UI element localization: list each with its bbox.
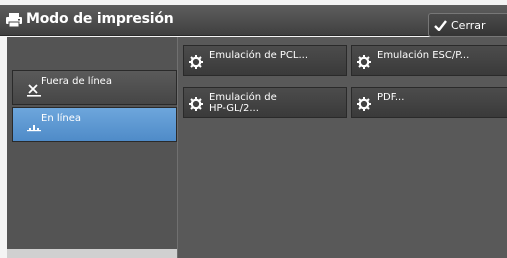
escp-emulation-button[interactable]: Emulación ESC/P... (351, 45, 507, 76)
hpgl2-emulation-label: Emulación de HP-GL/2... (209, 92, 277, 114)
offline-button[interactable]: Fuera de línea (12, 70, 177, 105)
offline-icon (27, 84, 41, 97)
close-button[interactable]: Cerrar (428, 13, 507, 37)
pcl-emulation-button[interactable]: Emulación de PCL... (183, 45, 347, 76)
mode-panel: Fuera de línea En línea (7, 37, 178, 258)
online-label: En línea (41, 113, 82, 124)
pdf-label: PDF... (377, 92, 405, 103)
panel-footer (7, 249, 177, 258)
gear-icon (357, 97, 371, 111)
gear-icon (189, 97, 203, 111)
hpgl2-label-line1: Emulación de (209, 92, 277, 103)
gear-icon (357, 55, 371, 69)
pcl-emulation-label: Emulación de PCL... (209, 50, 309, 61)
pdf-button[interactable]: PDF... (351, 87, 507, 118)
checkmark-icon (434, 20, 447, 31)
escp-emulation-label: Emulación ESC/P... (377, 50, 470, 61)
gear-icon (189, 55, 203, 69)
print-mode-screen: Modo de impresión Cerrar Fuera de línea (0, 0, 507, 258)
offline-label: Fuera de línea (41, 76, 112, 87)
title-bar: Modo de impresión Cerrar (0, 5, 507, 37)
content-area: Fuera de línea En línea Emulación de PCL… (7, 37, 507, 258)
online-icon (27, 125, 41, 132)
printer-icon (6, 13, 22, 28)
online-button[interactable]: En línea (12, 107, 177, 142)
hpgl2-emulation-button[interactable]: Emulación de HP-GL/2... (183, 87, 347, 118)
hpgl2-label-line2: HP-GL/2... (209, 103, 259, 114)
page-title: Modo de impresión (26, 11, 174, 27)
close-button-label: Cerrar (451, 19, 486, 32)
